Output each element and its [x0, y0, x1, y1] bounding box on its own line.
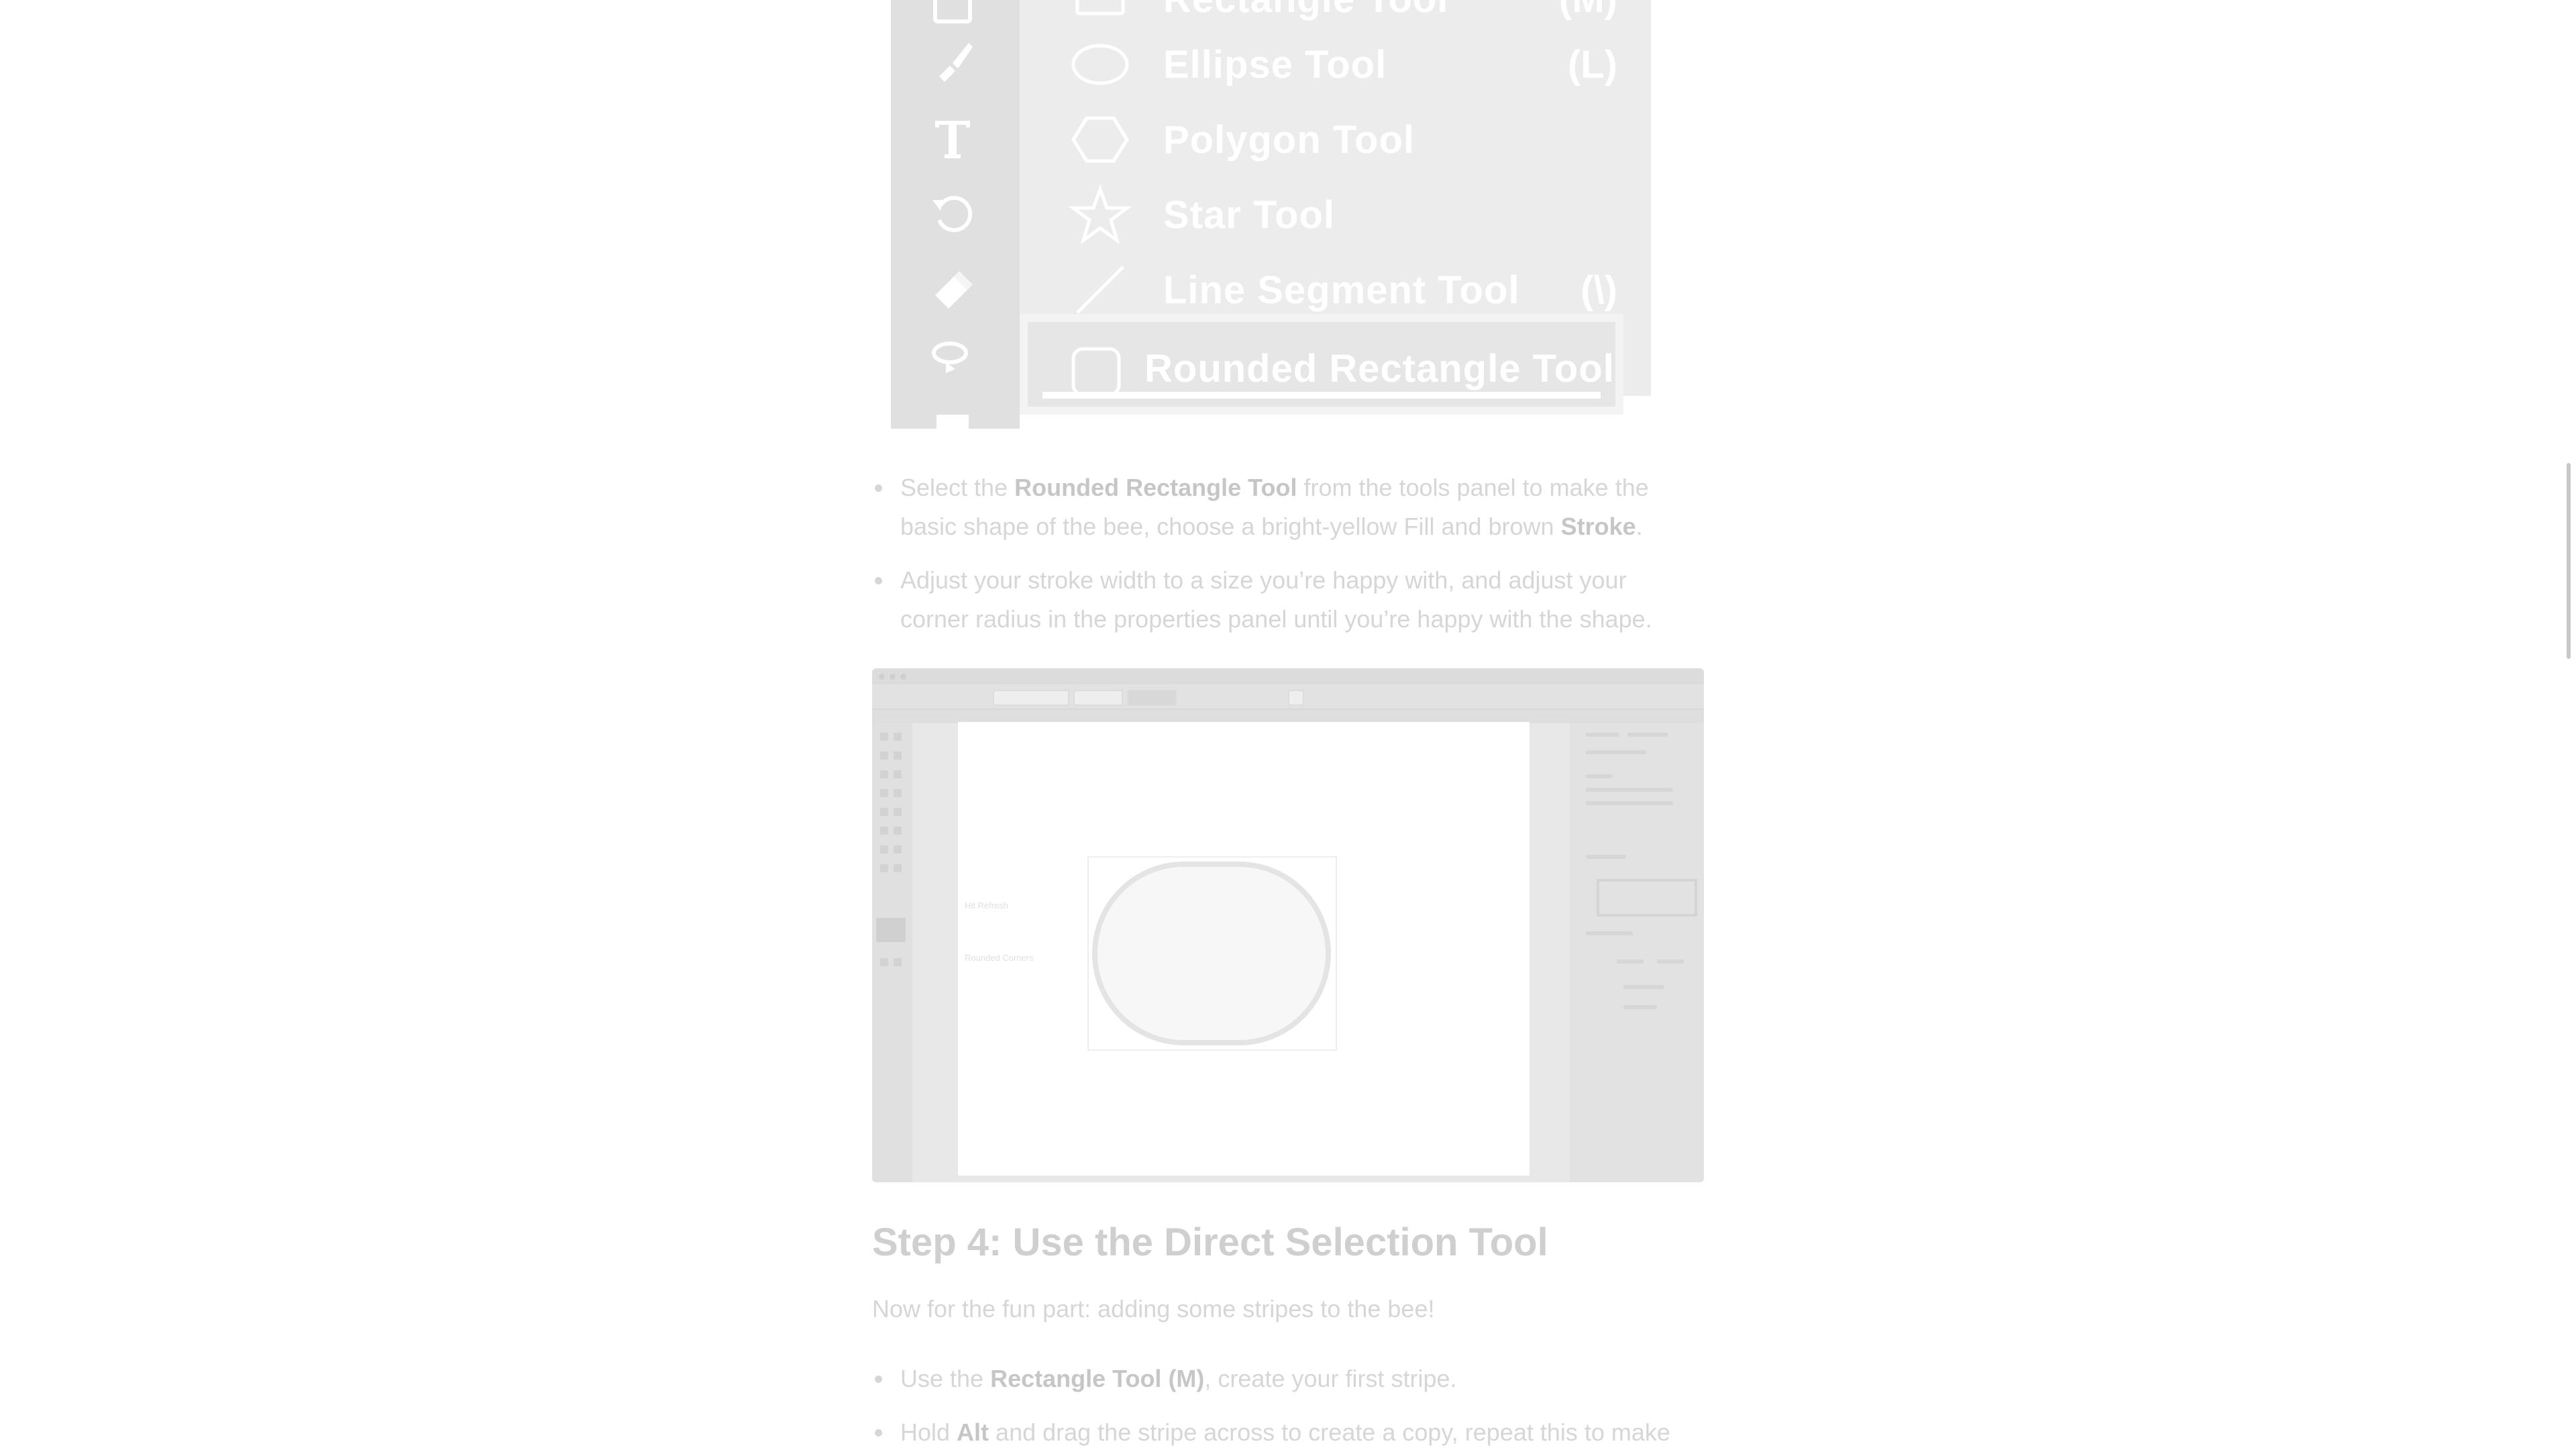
list-item: Adjust your stroke width to a size you’r…	[872, 561, 1690, 639]
flyout-item-ellipse[interactable]: Ellipse Tool (L)	[1020, 27, 1651, 102]
tool-icon	[894, 770, 902, 778]
flyout-item-rounded-rectangle[interactable]: Rounded Rectangle Tool	[1020, 314, 1623, 415]
flyout-item-label: Line Segment Tool	[1163, 268, 1520, 312]
panel-line	[1586, 733, 1619, 737]
panel-line	[1623, 1005, 1657, 1009]
rotate-icon	[926, 185, 979, 239]
bold-text: Stroke	[1560, 513, 1636, 540]
list-item-text: Adjust your stroke width to a size you’r…	[900, 566, 1652, 633]
list-item-text: Use the	[900, 1365, 991, 1392]
tool-icon	[894, 845, 902, 853]
stroke-settings-box	[1597, 879, 1697, 917]
paintbrush-icon	[926, 35, 979, 89]
flyout-item-label: Ellipse Tool	[1163, 42, 1387, 87]
flyout-item-shortcut: (M)	[1559, 0, 1617, 21]
rounded-rectangle-shape[interactable]	[1092, 862, 1331, 1045]
tool-icon	[894, 958, 902, 966]
zoom-dot	[900, 674, 906, 680]
control-chip	[1127, 690, 1177, 706]
illustrator-window-screenshot: Hit Refresh Rounded Corners	[872, 668, 1704, 1182]
tool-icon	[894, 808, 902, 816]
panel-line	[1657, 960, 1684, 964]
panel-line	[1586, 801, 1673, 805]
list-item: Select the Rounded Rectangle Tool from t…	[872, 468, 1690, 546]
bold-text: Rounded Rectangle Tool	[1014, 474, 1297, 501]
bold-text: Rectangle Tool (M)	[990, 1365, 1205, 1392]
tool-icon	[880, 845, 888, 853]
close-dot	[879, 674, 885, 680]
lasso-icon	[926, 333, 979, 386]
flyout-item-label: Rectangle Tool	[1163, 0, 1448, 21]
flyout-item-label: Rounded Rectangle Tool	[1144, 347, 1615, 391]
left-tools-panel	[872, 723, 912, 1182]
flyout-item-shortcut: (L)	[1567, 42, 1617, 87]
tool-icon	[880, 789, 888, 797]
document-tab-row	[872, 710, 1704, 723]
rectangle-tool-icon	[926, 0, 979, 35]
panel-line	[1623, 985, 1664, 989]
flyout-item-shortcut: (\)	[1580, 268, 1617, 312]
polygon-icon	[1068, 107, 1132, 172]
ellipse-icon	[1068, 32, 1132, 97]
list-item-text: Hold	[900, 1418, 957, 1446]
tool-icon	[880, 864, 888, 872]
tool-icon	[880, 770, 888, 778]
window-titlebar	[872, 668, 1704, 684]
control-chip	[1073, 690, 1123, 706]
fill-stroke-swatch	[876, 918, 906, 942]
flyout-item-polygon[interactable]: Polygon Tool	[1020, 102, 1651, 177]
tool-icon	[894, 827, 902, 835]
panel-line	[1627, 733, 1668, 737]
list-item-text: , create your first stripe.	[1204, 1365, 1457, 1392]
panel-line	[1586, 931, 1633, 935]
tool-icon	[894, 751, 902, 760]
section-heading: Step 4: Use the Direct Selection Tool	[872, 1221, 1548, 1264]
panel-line	[1586, 855, 1626, 859]
list-item-text: .	[1635, 513, 1643, 540]
panel-line	[1617, 960, 1644, 964]
scrollbar-thumb[interactable]	[2567, 463, 2571, 659]
step4-list: Use the Rectangle Tool (M), create your …	[872, 1359, 1717, 1452]
tools-panel-strip	[891, 0, 1020, 435]
artboard[interactable]	[958, 722, 1529, 1176]
gradient-icon	[926, 401, 979, 455]
list-item-text: and drag the stripe across to create a c…	[989, 1418, 1670, 1446]
tool-icon	[894, 789, 902, 797]
list-item: Hold Alt and drag the stripe across to c…	[872, 1413, 1717, 1452]
tool-icon	[880, 751, 888, 760]
tool-icon	[894, 733, 902, 741]
tool-icon	[880, 808, 888, 816]
panel-line	[1586, 750, 1646, 754]
instructions-list: Select the Rounded Rectangle Tool from t…	[872, 468, 1690, 639]
eraser-icon	[926, 260, 979, 314]
flyout-item-star[interactable]: Star Tool	[1020, 177, 1651, 252]
tool-icon	[894, 864, 902, 872]
control-chip	[1288, 690, 1304, 706]
minimize-dot	[890, 674, 896, 680]
star-icon	[1068, 183, 1132, 247]
tool-icon	[880, 827, 888, 835]
flyout-item-label: Polygon Tool	[1163, 117, 1415, 162]
control-chip	[993, 690, 1069, 706]
tool-icon	[880, 958, 888, 966]
type-icon	[926, 111, 979, 165]
list-item-text: Select the	[900, 474, 1015, 501]
panel-line	[1586, 788, 1673, 792]
rounded-rectangle-icon	[1064, 340, 1128, 404]
control-bar	[872, 684, 1704, 710]
panel-line	[1586, 774, 1613, 778]
list-item: Use the Rectangle Tool (M), create your …	[872, 1359, 1717, 1398]
bold-text: Alt	[957, 1418, 989, 1446]
canvas-annotation: Hit Refresh	[965, 900, 1009, 911]
canvas-annotation: Rounded Corners	[965, 953, 1034, 963]
tool-icon	[880, 733, 888, 741]
properties-panel	[1570, 723, 1704, 1182]
line-icon	[1068, 258, 1132, 322]
flyout-item-label: Star Tool	[1163, 193, 1336, 237]
section-intro: Now for the fun part: adding some stripe…	[872, 1295, 1435, 1323]
